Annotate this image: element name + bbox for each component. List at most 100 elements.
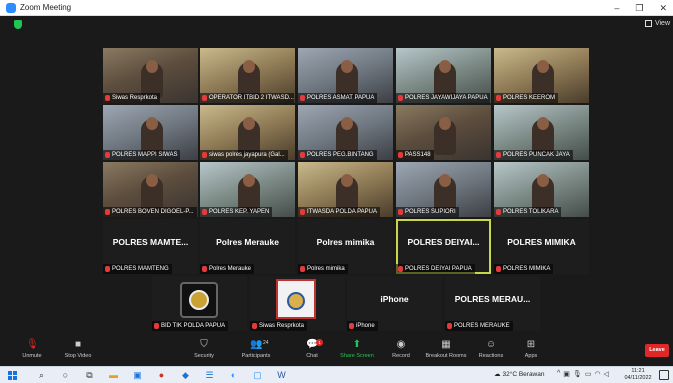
reactions-button[interactable]: ☺ Reactions <box>469 338 513 364</box>
participant-tile[interactable]: BID TIK POLDA PAPUA <box>152 276 247 331</box>
participant-name: POLRES KEP. YAPEN <box>209 209 270 215</box>
muted-mic-icon <box>300 95 305 101</box>
record-icon: ◉ <box>396 339 406 350</box>
participant-display-name: iPhone <box>380 294 409 304</box>
muted-mic-icon <box>349 323 354 329</box>
apps-label: Apps <box>524 353 538 359</box>
close-button[interactable]: ✕ <box>659 3 667 14</box>
participants-icon: 👥 <box>250 339 263 350</box>
browser-icon[interactable]: ● <box>156 370 167 381</box>
camera-icon: ■ <box>74 339 82 350</box>
participant-tile[interactable]: PASS148 <box>396 105 491 160</box>
participant-display-name: POLRES MIMIKA <box>507 237 576 247</box>
participant-name-label: iPhone <box>347 321 378 331</box>
participant-name: iPhone <box>356 323 375 329</box>
participant-name-label: POLRES MERAUKE <box>445 321 513 331</box>
participants-button[interactable]: 👥 24 Participants <box>234 338 278 364</box>
muted-mic-icon <box>496 209 501 215</box>
participant-tile[interactable]: POLRES MIMIKA POLRES MIMIKA <box>494 219 589 274</box>
participant-name: PASS148 <box>405 152 431 158</box>
participant-tile[interactable]: POLRES PEG.BINTANG <box>298 105 393 160</box>
notification-icon[interactable] <box>659 370 669 380</box>
participant-name-label: ITWASDA POLDA PAPUA <box>298 207 381 217</box>
system-tray[interactable]: ^ ▣ 🎙 ▭ ◠ ◁ <box>557 370 609 378</box>
muted-mic-icon: 🎙 <box>26 339 39 350</box>
participant-tile[interactable]: POLRES BOVEN DIGOEL-P... <box>103 162 198 217</box>
file-explorer-icon[interactable]: ▬ <box>108 370 119 381</box>
task-view-icon[interactable]: ⧉ <box>84 370 95 381</box>
restore-button[interactable]: ❐ <box>635 3 643 14</box>
participant-name-label: Siwas Resprkota <box>103 93 161 103</box>
meeting-toolbar: 🎙 Unmute ■ Stop Video ⛉ Security 👥 24 Pa… <box>0 336 673 366</box>
clock-time: 11:21 <box>631 368 645 374</box>
participant-tile[interactable]: POLRES MAMTE... POLRES MAMTENG <box>103 219 198 274</box>
participant-name: POLRES MIMIKA <box>503 266 551 272</box>
view-button[interactable]: View <box>644 20 670 27</box>
participant-tile[interactable]: POLRES JAYAWIJAYA PAPUA <box>396 48 491 103</box>
participant-tile[interactable]: POLRES DEIYAI... POLRES DEIYAI PAPUA <box>396 219 491 274</box>
participant-tile[interactable]: POLRES MERAU... POLRES MERAUKE <box>445 276 540 331</box>
participant-name-label: POLRES TOLIKARA <box>494 207 562 217</box>
breakout-rooms-button[interactable]: ▦ Breakout Rooms <box>423 338 469 364</box>
participant-name-label: Polres mimika <box>298 264 348 274</box>
participant-tile[interactable]: siwas polres jayapura (Gal... <box>200 105 295 160</box>
share-screen-button[interactable]: ⬆ Share Screen <box>335 338 379 364</box>
weather-widget[interactable]: ☁ 32°C Berawan <box>494 370 545 379</box>
participant-tile[interactable]: POLRES TOLIKARA <box>494 162 589 217</box>
muted-mic-icon <box>398 209 403 215</box>
stop-video-button[interactable]: ■ Stop Video <box>56 338 100 364</box>
participant-name: POLRES BOVEN DIGOEL-P... <box>112 209 194 215</box>
participant-tile[interactable]: Polres Merauke Polres Merauke <box>200 219 295 274</box>
search-icon[interactable]: ⌕ <box>36 370 47 381</box>
cortana-icon[interactable]: ○ <box>60 370 71 381</box>
muted-mic-icon <box>300 152 305 158</box>
muted-mic-icon <box>252 323 257 329</box>
participant-tile[interactable]: ITWASDA POLDA PAPUA <box>298 162 393 217</box>
participant-tile[interactable]: OPERATOR ITBID 2 ITWASD... <box>200 48 295 103</box>
windows-start-icon[interactable] <box>8 371 17 380</box>
muted-mic-icon <box>300 266 305 272</box>
participant-tile[interactable]: POLRES KEP. YAPEN <box>200 162 295 217</box>
edge-icon[interactable]: ◐ <box>228 370 239 381</box>
word-icon[interactable]: W <box>276 370 287 381</box>
participant-name-label: POLRES MAMTENG <box>103 264 172 274</box>
taskbar-app-icon[interactable]: ☰ <box>204 370 215 381</box>
zoom-taskbar-icon[interactable]: ▢ <box>252 370 263 381</box>
minimize-button[interactable]: – <box>614 3 619 13</box>
participant-tile[interactable]: POLRES ASMAT PAPUA <box>298 48 393 103</box>
clock[interactable]: 11:21 04/11/2022 <box>624 368 652 382</box>
record-button[interactable]: ◉ Record <box>379 338 423 364</box>
weather-text: 32°C Berawan <box>502 370 545 378</box>
muted-mic-icon <box>105 152 110 158</box>
battery-icon: ▭ <box>584 371 592 378</box>
muted-mic-icon <box>202 266 207 272</box>
participant-tile[interactable]: iPhone iPhone <box>347 276 442 331</box>
participant-video <box>434 117 456 155</box>
participant-tile[interactable]: POLRES PUNCAK JAYA <box>494 105 589 160</box>
apps-button[interactable]: ⊞ Apps <box>509 338 553 364</box>
chevron-up-icon: ^ <box>557 370 561 377</box>
unmute-button[interactable]: 🎙 Unmute <box>10 338 54 364</box>
participant-tile[interactable]: POLRES MAPPI SIWAS <box>103 105 198 160</box>
microphone-icon: 🎙 <box>572 371 582 378</box>
leave-button[interactable]: Leave <box>645 344 669 357</box>
participant-tile[interactable]: POLRES SUPIORI <box>396 162 491 217</box>
participant-name-label: siwas polres jayapura (Gal... <box>200 150 288 160</box>
participant-name: POLRES PUNCAK JAYA <box>503 152 570 158</box>
participant-tile[interactable]: Siwas Resprkota <box>103 48 198 103</box>
encryption-shield-icon[interactable] <box>14 20 22 29</box>
title-bar: Zoom Meeting – ❐ ✕ <box>0 0 673 16</box>
muted-mic-icon <box>300 209 305 215</box>
participant-name-label: OPERATOR ITBID 2 ITWASD... <box>200 93 294 103</box>
security-button[interactable]: ⛉ Security <box>182 338 226 364</box>
participant-display-name: Polres mimika <box>316 237 375 247</box>
participant-name-label: PASS148 <box>396 150 434 160</box>
muted-mic-icon <box>105 266 110 272</box>
store-icon[interactable]: ▣ <box>132 370 143 381</box>
participant-tile[interactable]: POLRES KEEROM <box>494 48 589 103</box>
participant-tile[interactable]: Polres mimika Polres mimika <box>298 219 393 274</box>
participant-display-name: POLRES MERAU... <box>454 294 531 304</box>
participant-tile[interactable]: Siwas Resprkota <box>250 276 345 331</box>
chat-button[interactable]: 💬 1 Chat <box>290 338 334 364</box>
dropbox-icon[interactable]: ◆ <box>180 370 191 381</box>
